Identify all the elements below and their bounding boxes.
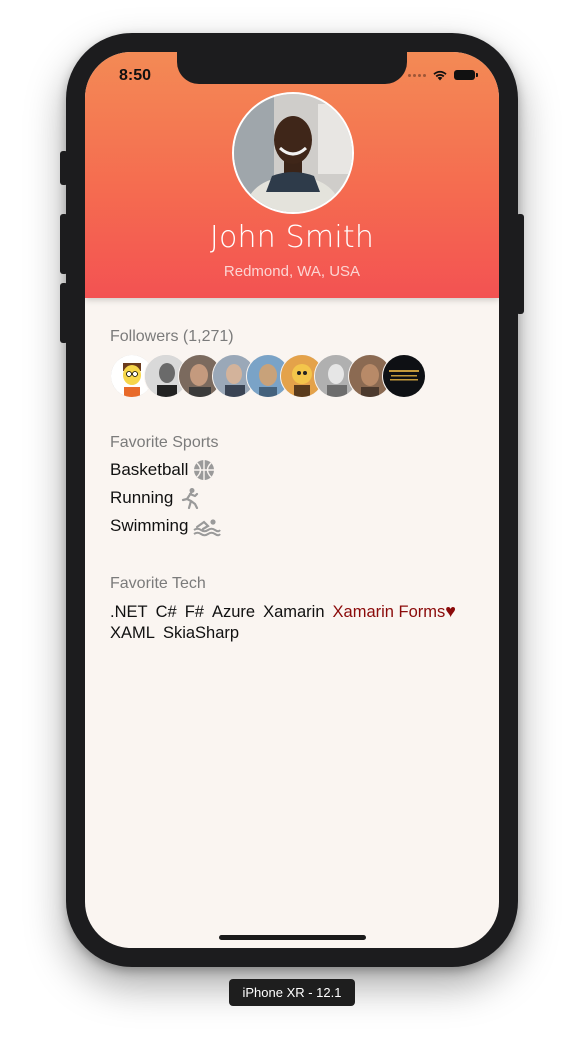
sport-label: Basketball [110,460,189,479]
power-button [516,214,524,314]
tech-item: XAML [110,624,155,642]
profile-location: Redmond, WA, USA [223,263,361,280]
tech-section: Favorite Tech .NET C# F# Azure Xamarin Xamari… [110,575,480,644]
followers-avatars [110,354,480,398]
notch [177,52,407,84]
profile-name: John Smith [209,220,375,255]
tech-list: .NET C# F# Azure Xamarin Xamarin Forms♥ XAML Sk… [110,601,480,644]
tech-title: Favorite Tech [110,575,206,592]
volume-up-button [60,214,68,274]
sport-label: Swimming [110,516,189,535]
profile-avatar[interactable] [232,92,354,214]
screen: 8:50 John Smith Redmond, WA, USA Followe… [85,52,499,948]
cellular-signal-icon [408,73,426,77]
tech-item: C# [155,603,177,621]
sports-section: Favorite Sports Basketball Running Swimm… [110,434,480,540]
sport-item-swimming: Swimming [110,512,480,540]
sport-label: Running [110,488,174,507]
tech-item: Azure [211,603,256,621]
device-frame: 8:50 John Smith Redmond, WA, USA Followe… [60,33,524,967]
tech-item: F# [184,603,204,621]
silent-switch [60,151,68,185]
volume-down-button [60,283,68,343]
tech-item: Xamarin [263,603,325,621]
sport-item-basketball: Basketball [110,456,480,484]
swimming-icon [193,519,222,537]
sport-item-running: Running [110,484,480,512]
wifi-icon [433,70,447,81]
basketball-icon [194,460,215,480]
profile-header: John Smith Redmond, WA, USA [85,52,499,298]
followers-section: Followers (1,271) [110,328,480,398]
follower-avatar[interactable] [382,354,426,398]
sports-title: Favorite Sports [110,434,219,451]
tech-item: SkiaSharp [162,624,240,642]
battery-icon [454,70,478,80]
home-indicator[interactable] [219,935,366,940]
tech-item-favorite: Xamarin Forms [332,603,446,621]
followers-title: Followers (1,271) [110,328,234,345]
tech-item: .NET [110,603,148,621]
device-label: iPhone XR - 12.1 [229,979,355,1006]
profile-content: Followers (1,271) Favorite Sports Basket… [110,328,480,644]
heart-icon: ♥ [445,601,456,621]
status-time: 8:50 [119,67,152,84]
running-icon [182,488,199,509]
status-icons [408,69,478,81]
